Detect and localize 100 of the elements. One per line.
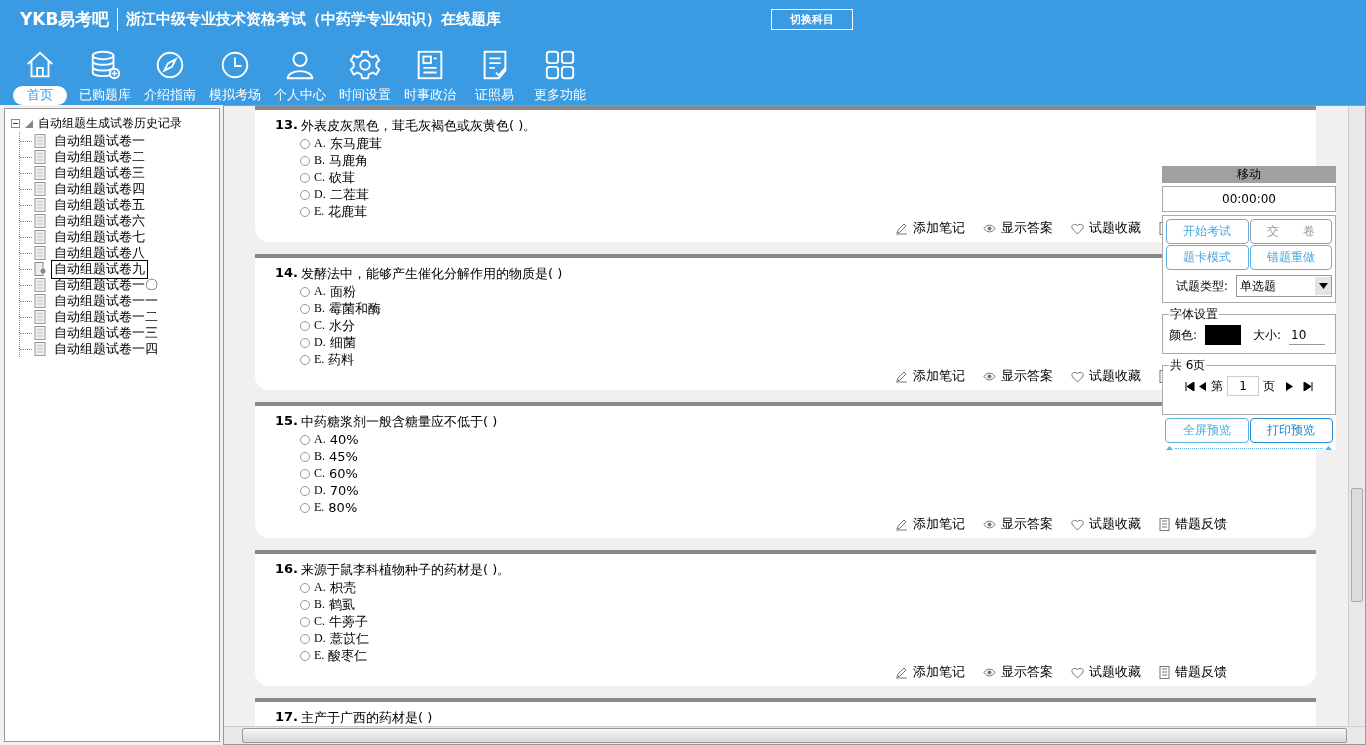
action-link[interactable]: 错题反馈 bbox=[1175, 516, 1227, 533]
radio-button[interactable] bbox=[300, 337, 310, 348]
document-pin-icon bbox=[34, 262, 46, 276]
action-link[interactable]: 添加笔记 bbox=[913, 516, 965, 533]
document-icon bbox=[34, 294, 46, 308]
option-letter: B. bbox=[314, 597, 325, 612]
action-link[interactable]: 试题收藏 bbox=[1089, 664, 1141, 681]
radio-button[interactable] bbox=[300, 320, 310, 331]
heart-icon bbox=[1071, 518, 1084, 531]
document-icon bbox=[34, 326, 46, 340]
up-arrow-icon[interactable] bbox=[1166, 446, 1173, 450]
radio-button[interactable] bbox=[300, 485, 310, 496]
radio-button[interactable] bbox=[300, 172, 310, 183]
action-link[interactable]: 显示答案 bbox=[1001, 220, 1053, 237]
radio-button[interactable] bbox=[300, 138, 310, 149]
question-number: 16. bbox=[275, 561, 299, 578]
option-letter: B. bbox=[314, 153, 325, 168]
option-letter: A. bbox=[314, 432, 326, 447]
vertical-scrollbar[interactable] bbox=[1348, 106, 1365, 726]
collapse-icon[interactable] bbox=[11, 119, 20, 128]
option-letter: E. bbox=[314, 352, 325, 367]
option-text: 枳壳 bbox=[329, 578, 356, 597]
action-link[interactable]: 错题反馈 bbox=[1175, 664, 1227, 681]
option-text: 鹤虱 bbox=[329, 595, 355, 614]
radio-button[interactable] bbox=[300, 206, 310, 217]
triangle-icon bbox=[24, 118, 34, 129]
question-text: 中药糖浆剂一般含糖量应不低于( ) bbox=[301, 413, 498, 431]
radio-button[interactable] bbox=[300, 502, 310, 513]
pencil-icon bbox=[895, 666, 908, 679]
page-field[interactable]: 1 bbox=[1227, 376, 1259, 396]
option-letter: E. bbox=[314, 204, 325, 219]
action-link[interactable]: 添加笔记 bbox=[913, 664, 965, 681]
panel-title[interactable]: 移动 bbox=[1162, 166, 1336, 183]
radio-button[interactable] bbox=[300, 633, 310, 644]
action-link[interactable]: 显示答案 bbox=[1001, 664, 1053, 681]
action-link[interactable]: 显示答案 bbox=[1001, 516, 1053, 533]
document-icon bbox=[34, 150, 46, 164]
radio-button[interactable] bbox=[300, 582, 310, 593]
pencil-icon bbox=[895, 518, 908, 531]
action-link[interactable]: 添加笔记 bbox=[913, 220, 965, 237]
option-text: 马鹿角 bbox=[329, 151, 368, 170]
option-letter: A. bbox=[314, 580, 326, 595]
question-text: 发酵法中，能够产生催化分解作用的物质是( ) bbox=[301, 265, 563, 283]
timer: 00:00:00 bbox=[1162, 186, 1336, 212]
first-page-icon[interactable] bbox=[1185, 381, 1195, 391]
option-letter: D. bbox=[314, 335, 326, 350]
radio-button[interactable] bbox=[300, 451, 310, 462]
last-page-icon[interactable] bbox=[1303, 381, 1313, 391]
previous-page-icon[interactable] bbox=[1199, 381, 1207, 391]
option-text: 细菌 bbox=[329, 333, 356, 352]
radio-button[interactable] bbox=[300, 189, 310, 200]
radio-button[interactable] bbox=[300, 354, 310, 365]
radio-button[interactable] bbox=[300, 434, 310, 445]
tree-root-label[interactable]: 自动组题生成试卷历史记录 bbox=[38, 115, 182, 132]
radio-button[interactable] bbox=[300, 650, 310, 661]
option-text: 水分 bbox=[329, 316, 355, 335]
radio-button[interactable] bbox=[300, 599, 310, 610]
option-letter: D. bbox=[314, 187, 326, 202]
eye-icon bbox=[983, 519, 996, 530]
radio-button[interactable] bbox=[300, 286, 310, 297]
heart-icon bbox=[1071, 370, 1084, 383]
logo: YKB易考吧 bbox=[20, 7, 119, 31]
size-label: 大小: bbox=[1253, 326, 1282, 344]
radio-button[interactable] bbox=[300, 616, 310, 627]
next-page-icon[interactable] bbox=[1285, 381, 1293, 391]
option-letter: A. bbox=[314, 284, 326, 299]
action-link[interactable]: 显示答案 bbox=[1001, 368, 1053, 385]
eye-icon bbox=[983, 371, 996, 382]
document-icon bbox=[34, 278, 46, 292]
action-link[interactable]: 试题收藏 bbox=[1089, 220, 1141, 237]
question-text: 主产于广西的药材是( ) bbox=[301, 709, 433, 726]
radio-button[interactable] bbox=[300, 155, 310, 166]
eye-icon bbox=[983, 223, 996, 234]
settings-icon[interactable] bbox=[347, 48, 382, 82]
panel-button[interactable]: 打印预览 bbox=[1249, 418, 1333, 443]
heart-icon bbox=[1071, 666, 1084, 679]
app-title: 浙江中级专业技术资格考试（中药学专业知识）在线题库 bbox=[125, 9, 503, 29]
color-swatch[interactable] bbox=[1205, 325, 1242, 345]
action-link[interactable]: 添加笔记 bbox=[913, 368, 965, 385]
book-icon bbox=[1159, 666, 1170, 679]
up-arrow-icon[interactable] bbox=[1325, 446, 1332, 450]
radio-button[interactable] bbox=[300, 303, 310, 314]
document-icon bbox=[34, 166, 46, 180]
radio-button[interactable] bbox=[300, 468, 310, 479]
option-text: 40% bbox=[329, 432, 359, 447]
horizontal-scrollbar[interactable] bbox=[224, 726, 1365, 744]
pencil-icon bbox=[895, 222, 908, 235]
action-link[interactable]: 试题收藏 bbox=[1089, 368, 1141, 385]
option-letter: B. bbox=[314, 449, 325, 464]
color-label: 颜色: bbox=[1169, 326, 1198, 344]
option-text: 花鹿茸 bbox=[328, 202, 368, 221]
option-letter: C. bbox=[314, 318, 325, 333]
option-text: 二茬茸 bbox=[329, 185, 369, 204]
action-link[interactable]: 试题收藏 bbox=[1089, 516, 1141, 533]
tree-item[interactable]: 自动组题试卷九 bbox=[51, 259, 148, 279]
heart-icon bbox=[1071, 222, 1084, 235]
type-dropdown[interactable]: 单选题 bbox=[1236, 275, 1332, 297]
eye-icon bbox=[983, 667, 996, 678]
pencil-icon bbox=[895, 370, 908, 383]
page-prefix: 第 bbox=[1211, 377, 1223, 395]
